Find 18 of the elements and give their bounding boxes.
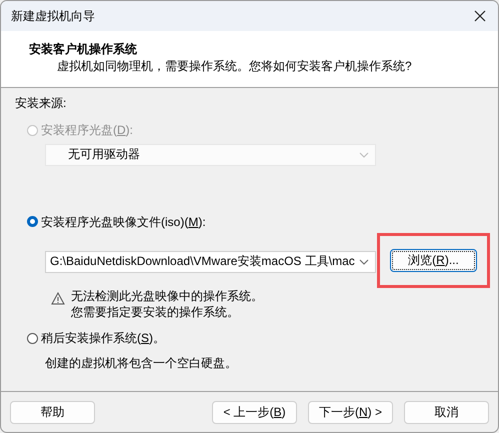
- back-button[interactable]: < 上一步(B): [212, 400, 297, 424]
- radio-button[interactable]: 安装程序光盘映像文件(iso)(M):: [27, 214, 206, 230]
- next-button[interactable]: 下一步(N) >: [308, 400, 393, 424]
- caret-icon: [359, 258, 369, 264]
- cancel-button[interactable]: 取消: [404, 400, 489, 424]
- description-text: 创建的虚拟机将包含一个空白硬盘。: [45, 354, 238, 370]
- browse-button[interactable]: 浏览(R)...: [390, 249, 477, 272]
- help-button[interactable]: 帮助: [10, 400, 95, 424]
- dropdown-field[interactable]: G:\BaiduNetdiskDownload\VMware安装macOS 工具\mac: [45, 250, 376, 272]
- header-title: 安装客户机操作系统: [29, 41, 138, 57]
- window-title: 新建虚拟机向导: [11, 8, 95, 24]
- radio-button[interactable]: 稍后安装操作系统(S)。: [27, 330, 166, 346]
- close-icon[interactable]: [474, 10, 486, 22]
- warning-icon: [51, 292, 65, 305]
- header-subtitle: 虚拟机如同物理机，需要操作系统。您将如何安装客户机操作系统?: [57, 58, 413, 75]
- caret-icon: [359, 152, 369, 158]
- warning-message: 无法检测此光盘映像中的操作系统。 您需要指定要安装的操作系统。: [71, 288, 263, 320]
- section-label: 安装来源:: [15, 95, 68, 111]
